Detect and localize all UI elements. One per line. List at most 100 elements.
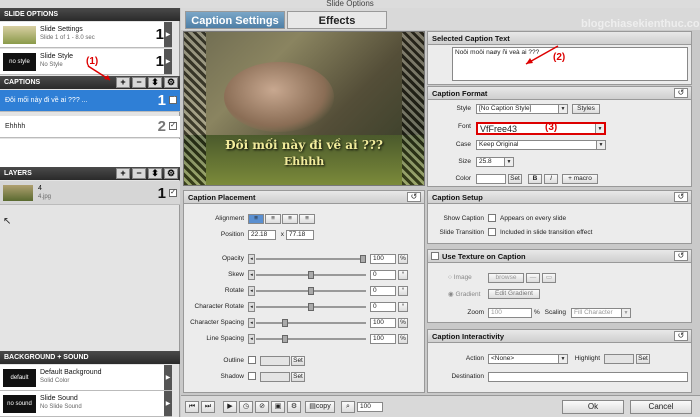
layer-visible-checkbox[interactable]: ✓ [169,189,177,197]
reorder-caption-button[interactable]: ⬍ [148,77,162,88]
gear-icon[interactable]: ⚙ [164,168,178,179]
shadow-set-button[interactable]: Set [291,372,305,382]
stopwatch-icon[interactable]: ◷ [239,401,253,413]
clear-image-button[interactable]: — [526,273,540,283]
slider-reset-icon[interactable]: ◂ [248,270,255,280]
reset-icon[interactable]: ↺ [674,88,688,98]
caption-text-input[interactable]: Noôi moôi naøy ñi veà ai ??? [452,47,688,81]
charrot-input[interactable]: 0 [370,302,396,312]
opacity-input[interactable]: 100 [370,254,396,264]
use-texture-checkbox[interactable] [431,252,439,260]
rotate-slider[interactable]: ◂ [248,286,366,296]
copy-button[interactable]: ▤copy [305,401,335,413]
reset-icon[interactable]: ↺ [407,192,421,202]
case-select[interactable]: Keep Original ▼ [476,140,606,150]
styles-button[interactable]: Styles [572,104,600,114]
outline-color-swatch[interactable] [260,356,290,366]
reset-icon[interactable]: ↺ [674,251,688,261]
caption-visible-checkbox[interactable]: ✓ [169,122,177,130]
slider-reset-icon[interactable]: ◂ [248,318,255,328]
linespace-slider[interactable]: ◂ [248,334,366,344]
macro-button[interactable]: + macro [562,174,598,184]
destination-input[interactable] [488,372,688,382]
slider-reset-icon[interactable]: ◂ [248,254,255,264]
position-x-input[interactable]: 22.18 [248,230,276,240]
cancel-button[interactable]: Cancel [630,400,692,414]
remove-layer-button[interactable]: − [132,168,146,179]
edit-gradient-button[interactable]: Edit Gradient [488,289,540,299]
add-layer-button[interactable]: + [116,168,130,179]
layer-item[interactable]: 4 4.jpg 1 ✓ [0,181,180,205]
slider-reset-icon[interactable]: ◂ [248,334,255,344]
skew-input[interactable]: 0 [370,270,396,280]
gear-icon[interactable]: ⚙ [287,401,301,413]
preview-caption-1[interactable]: Đôi mối này đi về ai ??? [184,138,424,152]
highlight-color-swatch[interactable] [604,354,634,364]
slider-knob[interactable] [282,335,288,343]
chevron-right-icon[interactable]: ▶ [164,365,172,390]
slider-reset-icon[interactable]: ◂ [248,302,255,312]
show-caption-checkbox[interactable] [488,214,496,222]
chevron-right-icon[interactable]: ▶ [164,49,172,74]
gear-icon[interactable]: ⚙ [164,77,178,88]
zoom-icon[interactable]: ⌕ [341,401,355,413]
image-preview-icon[interactable]: ▭ [542,273,556,283]
reset-icon[interactable]: ↺ [674,331,688,341]
caption-visible-checkbox[interactable]: ✓ [169,96,177,104]
play-icon[interactable]: ▶ [223,401,237,413]
size-select[interactable]: 25.8 ▼ [476,157,514,167]
first-slide-icon[interactable]: ⏮ [185,401,199,413]
style-select[interactable]: [No Caption Style] ▼ [476,104,568,114]
slide-transition-checkbox[interactable] [488,228,496,236]
opacity-slider[interactable]: ◂ [248,254,366,264]
position-y-input[interactable]: 77.18 [286,230,314,240]
align-right-icon[interactable]: ≡ [282,214,298,224]
preview-caption-2[interactable]: Ehhhh [184,155,424,168]
slider-knob[interactable] [308,287,314,295]
chevron-right-icon[interactable]: ▶ [164,391,172,416]
color-swatch[interactable] [476,174,506,184]
slide-settings-item[interactable]: Slide Settings Slide 1 of 1 - 8.0 sec 1 ▶ [0,22,172,48]
align-justify-icon[interactable]: ≡ [299,214,315,224]
color-set-button[interactable]: Set [508,174,522,184]
chevron-right-icon[interactable]: ▶ [164,22,172,47]
next-slide-icon[interactable]: ⏭ [201,401,215,413]
slider-knob[interactable] [308,303,314,311]
action-select[interactable]: <None> ▼ [488,354,568,364]
add-caption-button[interactable]: + [116,77,130,88]
slider-knob[interactable] [282,319,288,327]
tab-caption-settings[interactable]: Caption Settings [185,11,285,29]
tab-effects[interactable]: Effects [287,11,387,29]
outline-set-button[interactable]: Set [291,356,305,366]
save-icon[interactable]: ▣ [271,401,285,413]
skew-slider[interactable]: ◂ [248,270,366,280]
gradient-radio-label[interactable]: ◉ Gradient [448,290,480,298]
highlight-set-button[interactable]: Set [636,354,650,364]
outline-checkbox[interactable] [248,356,256,364]
linespace-input[interactable]: 100 [370,334,396,344]
charspace-input[interactable]: 100 [370,318,396,328]
shadow-checkbox[interactable] [248,372,256,380]
slide-sound-item[interactable]: no sound Slide Sound No Slide Sound ▶ [0,391,172,417]
charspace-slider[interactable]: ◂ [248,318,366,328]
remove-caption-button[interactable]: − [132,77,146,88]
align-left-icon[interactable]: ≡ [248,214,264,224]
font-select[interactable]: VfFree43 ▼ [476,122,606,135]
reset-icon[interactable]: ↺ [674,192,688,202]
caption-item-1[interactable]: Đôi mối này đi về ai ??? ... 1 ✓ [0,90,180,112]
slide-preview[interactable]: Đôi mối này đi về ai ??? Ehhhh [183,31,425,186]
image-radio-label[interactable]: ○ Image [448,274,472,281]
align-center-icon[interactable]: ≡ [265,214,281,224]
ok-button[interactable]: Ok [562,400,624,414]
record-icon[interactable]: ⊘ [255,401,269,413]
charrot-slider[interactable]: ◂ [248,302,366,312]
slider-knob[interactable] [360,255,366,263]
caption-item-2[interactable]: Ehhhh 2 ✓ [0,116,180,138]
shadow-color-swatch[interactable] [260,372,290,382]
reorder-layer-button[interactable]: ⬍ [148,168,162,179]
default-background-item[interactable]: default Default Background Solid Color ▶ [0,365,172,391]
zoom-level-input[interactable]: 100 [357,402,383,412]
italic-button[interactable]: I [544,174,558,184]
slider-reset-icon[interactable]: ◂ [248,286,255,296]
bold-button[interactable]: B [528,174,542,184]
